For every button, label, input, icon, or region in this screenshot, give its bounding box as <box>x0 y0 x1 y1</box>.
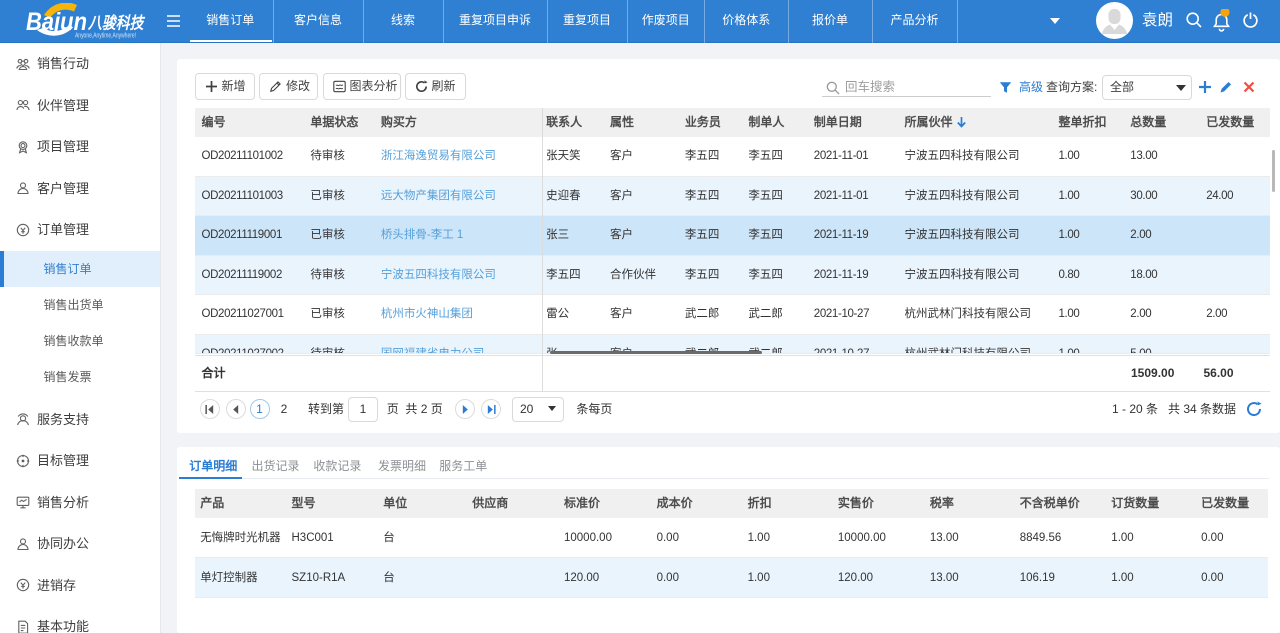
svg-text:Anyone,Anytime,Anywhere!: Anyone,Anytime,Anywhere! <box>75 31 136 40</box>
